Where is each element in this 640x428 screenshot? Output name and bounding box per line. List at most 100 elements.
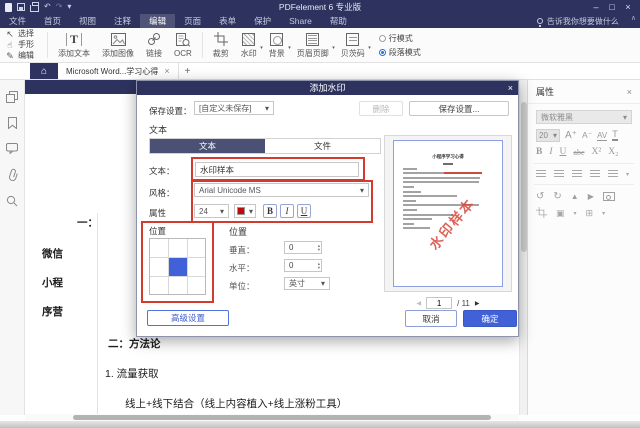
strikethrough-button[interactable]: abc bbox=[573, 148, 584, 157]
rotate-right-icon[interactable]: ↻ bbox=[553, 191, 561, 202]
crop-image-icon[interactable] bbox=[536, 207, 547, 220]
next-page-icon[interactable]: ▶ bbox=[475, 300, 480, 307]
menu-page[interactable]: 页面 bbox=[175, 14, 210, 28]
advanced-settings-button[interactable]: 高级设置 bbox=[147, 310, 229, 326]
font-color-icon[interactable]: T bbox=[612, 130, 618, 141]
edit-tool[interactable]: ✎ 编辑 bbox=[5, 51, 43, 61]
horizontal-stepper[interactable]: 0 ▴ ▾ bbox=[284, 259, 322, 272]
save-icon[interactable] bbox=[17, 3, 25, 11]
vertical-stepper[interactable]: 0 ▴ ▾ bbox=[284, 241, 322, 254]
rotate-left-icon[interactable]: ↺ bbox=[536, 191, 544, 202]
list-icon[interactable] bbox=[608, 170, 618, 178]
underline-button[interactable]: U bbox=[297, 204, 311, 218]
add-text-button[interactable]: T 添加文本 bbox=[52, 28, 96, 62]
underline-button[interactable]: U bbox=[560, 147, 567, 157]
horizontal-scrollbar[interactable] bbox=[25, 414, 519, 421]
crop-button[interactable]: 裁剪 bbox=[207, 28, 235, 62]
close-dialog-icon[interactable]: × bbox=[508, 81, 513, 95]
align-right-icon[interactable] bbox=[572, 170, 582, 178]
cancel-button[interactable]: 取消 bbox=[405, 310, 457, 327]
menu-edit[interactable]: 编辑 bbox=[140, 14, 176, 28]
font-style-select[interactable]: Arial Unicode MS ▾ bbox=[194, 183, 369, 197]
unit-select[interactable]: 英寸 ▾ bbox=[284, 277, 330, 290]
menu-help[interactable]: 帮助 bbox=[321, 14, 356, 28]
search-icon[interactable] bbox=[6, 194, 19, 207]
print-icon[interactable] bbox=[30, 1, 39, 12]
flip-horizontal-icon[interactable]: ▶ bbox=[588, 192, 594, 201]
font-color-select[interactable]: ▾ bbox=[234, 204, 256, 218]
save-settings-button[interactable]: 保存设置... bbox=[409, 101, 509, 116]
background-button[interactable]: 背景 ▾ bbox=[263, 28, 291, 62]
italic-button[interactable]: I bbox=[549, 147, 552, 157]
home-tab-button[interactable]: ⌂ bbox=[30, 63, 58, 79]
bookmarks-icon[interactable] bbox=[6, 116, 19, 129]
bates-button[interactable]: 贝茨码 ▾ bbox=[335, 28, 371, 62]
align-center-icon[interactable] bbox=[554, 170, 564, 178]
vertical-scrollbar[interactable] bbox=[519, 80, 527, 415]
collapse-ribbon-icon[interactable]: ∧ bbox=[627, 14, 640, 28]
group-icon[interactable]: ⊞ bbox=[586, 208, 594, 219]
bold-button[interactable]: B bbox=[536, 147, 542, 157]
position-grid-selected-cell[interactable] bbox=[169, 258, 187, 276]
font-family-select[interactable]: 微软雅黑 ▾ bbox=[536, 110, 632, 124]
new-tab-button[interactable]: + bbox=[179, 63, 197, 79]
menu-comment[interactable]: 注释 bbox=[105, 14, 140, 28]
close-tab-icon[interactable]: × bbox=[164, 66, 169, 76]
add-image-button[interactable]: 添加图像 bbox=[96, 28, 140, 62]
previous-page-icon[interactable]: ◀ bbox=[417, 300, 422, 307]
delete-button[interactable]: 删除 bbox=[359, 101, 403, 116]
maximize-button[interactable]: □ bbox=[605, 0, 619, 14]
document-tab[interactable]: Microsoft Word...学习心得 × bbox=[58, 63, 179, 79]
tab-text[interactable]: 文本 bbox=[150, 139, 265, 153]
menu-share[interactable]: Share bbox=[280, 14, 321, 28]
link-button[interactable]: 链接 bbox=[140, 28, 168, 62]
line-mode-radio[interactable]: 行模式 bbox=[378, 33, 421, 44]
superscript-button[interactable]: X² bbox=[592, 147, 602, 157]
comments-icon[interactable] bbox=[6, 142, 19, 155]
subscript-button[interactable]: X₂ bbox=[608, 147, 618, 157]
paragraph-mode-radio[interactable]: 段落模式 bbox=[378, 47, 421, 58]
preview-page-input[interactable] bbox=[426, 297, 453, 309]
bold-button[interactable]: B bbox=[263, 204, 277, 218]
menu-file[interactable]: 文件 bbox=[0, 14, 35, 28]
watermark-button[interactable]: 水印 ▾ bbox=[235, 28, 263, 62]
arrange-icon[interactable]: ▣ bbox=[556, 208, 565, 219]
menu-view[interactable]: 视图 bbox=[70, 14, 105, 28]
quickbar-dropdown-icon[interactable]: ▾ bbox=[67, 3, 71, 11]
page-thumbnails-icon[interactable] bbox=[6, 90, 19, 103]
replace-image-icon[interactable] bbox=[602, 192, 615, 201]
minimize-button[interactable]: – bbox=[589, 0, 603, 14]
ocr-button[interactable]: OCR bbox=[168, 28, 198, 62]
redo-icon[interactable]: ↷ bbox=[56, 3, 63, 11]
flip-vertical-icon[interactable]: ▲ bbox=[571, 192, 579, 201]
font-size-select[interactable]: 20 ▾ bbox=[536, 129, 560, 142]
italic-button[interactable]: I bbox=[280, 204, 294, 218]
save-settings-select[interactable]: [自定义未保存] ▾ bbox=[194, 101, 274, 115]
menu-protect[interactable]: 保护 bbox=[245, 14, 280, 28]
undo-icon[interactable]: ↶ bbox=[44, 3, 51, 11]
ok-button[interactable]: 确定 bbox=[463, 310, 517, 327]
header-footer-button[interactable]: 页眉页脚 ▾ bbox=[291, 28, 335, 62]
menu-home[interactable]: 首页 bbox=[35, 14, 70, 28]
menu-form[interactable]: 表单 bbox=[210, 14, 245, 28]
increase-font-icon[interactable]: A⁺ bbox=[565, 130, 577, 141]
close-window-button[interactable]: × bbox=[621, 0, 635, 14]
hand-tool[interactable]: ☝ 手形 bbox=[5, 40, 43, 50]
attachments-icon[interactable] bbox=[6, 168, 19, 181]
kerning-icon[interactable]: AV bbox=[597, 131, 608, 141]
tell-me-box[interactable]: 告诉我你想要做什么 bbox=[536, 14, 627, 28]
step-down-icon[interactable]: ▾ bbox=[318, 265, 320, 270]
watermark-text-input[interactable] bbox=[195, 162, 359, 177]
close-panel-icon[interactable]: × bbox=[627, 87, 632, 97]
step-down-icon[interactable]: ▾ bbox=[318, 247, 320, 252]
horizontal-scrollbar-thumb[interactable] bbox=[73, 415, 491, 420]
decrease-font-icon[interactable]: A⁻ bbox=[582, 130, 592, 141]
align-left-icon[interactable] bbox=[536, 170, 546, 178]
tab-file[interactable]: 文件 bbox=[265, 139, 380, 153]
select-tool[interactable]: ↖ 选择 bbox=[5, 29, 43, 39]
bates-dropdown-icon[interactable]: ▾ bbox=[368, 45, 371, 51]
align-justify-icon[interactable] bbox=[590, 170, 600, 178]
font-size-select[interactable]: 24 ▾ bbox=[194, 204, 229, 218]
style-label: 风格： bbox=[149, 188, 175, 198]
position-grid[interactable] bbox=[149, 238, 206, 295]
